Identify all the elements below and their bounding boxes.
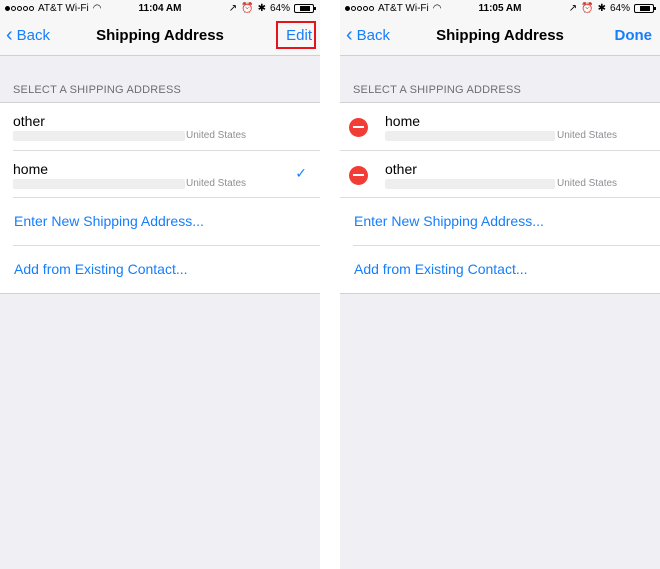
- redacted-address: [13, 131, 185, 141]
- address-country: United States: [186, 130, 247, 141]
- redacted-address: [385, 178, 555, 189]
- status-right-group: ↗ ⏰ ✱ 64%: [225, 3, 316, 14]
- section-header: SELECT A SHIPPING ADDRESS: [13, 84, 182, 96]
- redacted-address: [13, 178, 185, 189]
- bluetooth-icon: ✱: [597, 3, 606, 14]
- page-title: Shipping Address: [436, 27, 564, 44]
- address-name: other: [13, 113, 45, 129]
- address-row-home[interactable]: home United States: [340, 103, 660, 151]
- navigation-bar: ‹ Back Shipping Address Edit: [0, 18, 320, 56]
- location-arrow-icon: ↗: [568, 3, 578, 14]
- screen-right: AT&T Wi-Fi ◠ 11:05 AM ↗ ⏰ ✱ 64% ‹ Back S…: [340, 0, 660, 569]
- delete-minus-icon[interactable]: [349, 118, 368, 137]
- address-name: home: [385, 113, 421, 129]
- address-country: United States: [557, 177, 618, 189]
- battery-percent: 64%: [609, 3, 630, 14]
- add-from-contact-row[interactable]: Add from Existing Contact...: [353, 246, 660, 294]
- location-arrow-icon: ↗: [228, 3, 238, 14]
- top-bar: AT&T Wi-Fi ◠ 11:05 AM ↗ ⏰ ✱ 64% ‹ Back S…: [340, 0, 660, 56]
- address-row-other[interactable]: other United States: [340, 151, 660, 198]
- done-button[interactable]: Done: [615, 27, 653, 44]
- top-bar: AT&T Wi-Fi ◠ 11:04 AM ↗ ⏰ ✱ 64% ‹ Back S…: [0, 0, 320, 56]
- bluetooth-icon: ✱: [257, 3, 266, 14]
- enter-new-address-row[interactable]: Enter New Shipping Address...: [353, 198, 660, 246]
- add-from-contact-row[interactable]: Add from Existing Contact...: [13, 246, 320, 294]
- navigation-bar: ‹ Back Shipping Address Done: [340, 18, 660, 56]
- address-country: United States: [557, 130, 618, 141]
- checkmark-icon: ✓: [295, 164, 307, 181]
- enter-new-address-row[interactable]: Enter New Shipping Address...: [13, 198, 320, 246]
- add-from-contact-link[interactable]: Add from Existing Contact...: [354, 261, 528, 277]
- add-from-contact-link[interactable]: Add from Existing Contact...: [14, 261, 188, 277]
- alarm-clock-icon: ⏰: [581, 3, 594, 14]
- page-title: Shipping Address: [96, 27, 224, 44]
- address-row-other[interactable]: other United States: [13, 103, 320, 151]
- status-right-group: ↗ ⏰ ✱ 64%: [565, 3, 656, 14]
- address-list: other United States home United States ✓…: [0, 102, 320, 294]
- edit-button[interactable]: Edit: [286, 27, 312, 44]
- address-country: United States: [186, 177, 247, 189]
- alarm-clock-icon: ⏰: [241, 3, 254, 14]
- section-header: SELECT A SHIPPING ADDRESS: [353, 84, 522, 96]
- address-row-home[interactable]: home United States ✓: [13, 151, 320, 198]
- battery-icon: [634, 4, 656, 13]
- enter-new-address-link[interactable]: Enter New Shipping Address...: [354, 213, 544, 229]
- status-bar: AT&T Wi-Fi ◠ 11:04 AM ↗ ⏰ ✱ 64%: [0, 0, 320, 18]
- address-name: other: [385, 160, 417, 177]
- battery-percent: 64%: [269, 3, 290, 14]
- screen-left: AT&T Wi-Fi ◠ 11:04 AM ↗ ⏰ ✱ 64% ‹ Back S…: [0, 0, 320, 569]
- battery-icon: [294, 4, 316, 13]
- enter-new-address-link[interactable]: Enter New Shipping Address...: [14, 213, 204, 229]
- redacted-address: [385, 131, 555, 141]
- address-name: home: [13, 160, 49, 177]
- status-bar: AT&T Wi-Fi ◠ 11:05 AM ↗ ⏰ ✱ 64%: [340, 0, 660, 18]
- address-list: home United States other United States E…: [340, 102, 660, 294]
- delete-minus-icon[interactable]: [349, 165, 368, 185]
